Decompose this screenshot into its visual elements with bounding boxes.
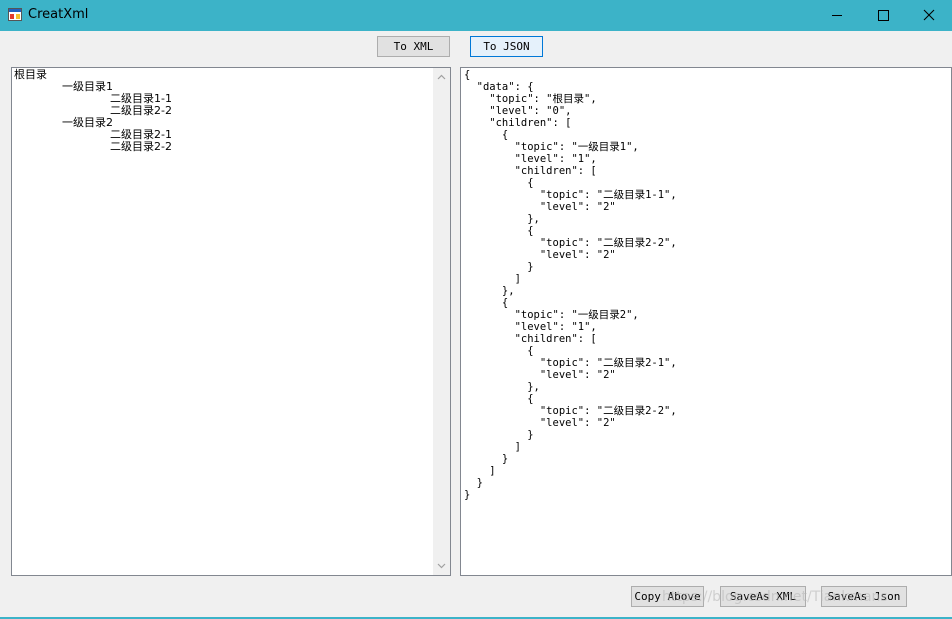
tree-node-root[interactable]: 根目录	[14, 69, 47, 81]
json-output-text[interactable]: { "data": { "topic": "根目录", "level": "0"…	[464, 69, 677, 501]
to-json-button[interactable]: To JSON	[470, 36, 543, 57]
json-output-textbox[interactable]: { "data": { "topic": "根目录", "level": "0"…	[460, 67, 952, 576]
tree-node[interactable]: 一级目录1	[62, 81, 113, 93]
maximize-icon	[878, 10, 889, 21]
scroll-up-arrow-icon[interactable]	[436, 72, 447, 83]
tree-node[interactable]: 二级目录2-2	[110, 105, 172, 117]
tree-node[interactable]: 一级目录2	[62, 117, 113, 129]
minimize-icon	[832, 15, 842, 16]
to-xml-button[interactable]: To XML	[377, 36, 450, 57]
tree-vertical-scrollbar[interactable]	[433, 68, 450, 575]
maximize-button[interactable]	[860, 0, 906, 31]
app-window-icon	[8, 8, 22, 21]
minimize-button[interactable]	[814, 0, 860, 31]
scroll-down-arrow-icon[interactable]	[436, 560, 447, 571]
app-window: CreatXml To XML To JSON 根目录 一级目录1 二级目录1-…	[0, 0, 952, 619]
tree-view[interactable]: 根目录 一级目录1 二级目录1-1 二级目录2-2 一级目录2 二级目录2-1 …	[11, 67, 451, 576]
close-icon	[923, 9, 935, 21]
window-title: CreatXml	[28, 7, 89, 22]
save-as-json-button[interactable]: SaveAs Json	[821, 586, 907, 607]
tree-node[interactable]: 二级目录2-2	[110, 141, 172, 153]
close-button[interactable]	[906, 0, 952, 31]
copy-above-button[interactable]: Copy Above	[631, 586, 704, 607]
title-bar[interactable]: CreatXml	[0, 0, 952, 31]
save-as-xml-button[interactable]: SaveAs XML	[720, 586, 806, 607]
